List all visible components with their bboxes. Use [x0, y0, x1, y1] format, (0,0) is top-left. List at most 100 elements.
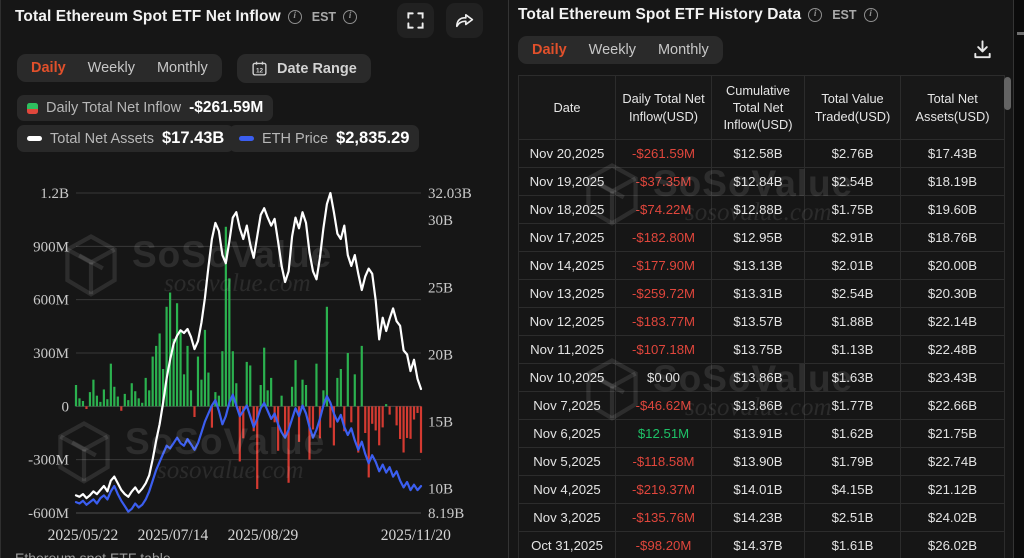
download-icon: [971, 38, 994, 61]
cell-value: -$107.18M: [616, 336, 712, 364]
etf-inflow-chart[interactable]: 1.2B900M600M300M0-300M-600M32.03B30B25B2…: [1, 160, 501, 558]
table-header-row: Date Daily Total Net Inflow(USD) Cumulat…: [519, 76, 1005, 140]
date-range-button[interactable]: 12 Date Range: [237, 54, 371, 83]
cell-value: $13.90B: [712, 448, 805, 476]
cell-date: Nov 17,2025: [519, 224, 616, 252]
table-row: Nov 12,2025-$183.77M$13.57B$1.88B$22.14B: [519, 308, 1005, 336]
cell-value: $14.37B: [712, 532, 805, 558]
cell-value: $1.61B: [805, 532, 901, 558]
table-row: Nov 4,2025-$219.37M$14.01B$4.15B$21.12B: [519, 476, 1005, 504]
etf-dashboard: Total Ethereum Spot ETF Net Inflow i EST…: [0, 0, 1024, 558]
net-inflow-panel: Total Ethereum Spot ETF Net Inflow i EST…: [0, 0, 508, 558]
cell-value: -$177.90M: [616, 252, 712, 280]
timezone-label: EST: [832, 8, 856, 22]
legend-net-assets[interactable]: Total Net Assets $17.43B: [17, 125, 234, 152]
assets-legend-label: Total Net Assets: [50, 131, 154, 147]
cell-value: $2.54B: [805, 280, 901, 308]
right-title-row: Total Ethereum Spot ETF History Data i E…: [518, 6, 878, 24]
eth-legend-label: ETH Price: [262, 131, 328, 147]
cell-value: $1.77B: [805, 392, 901, 420]
cell-value: -$118.58M: [616, 448, 712, 476]
svg-text:2025/11/20: 2025/11/20: [381, 527, 451, 544]
table-row: Nov 20,2025-$261.59M$12.58B$2.76B$17.43B: [519, 140, 1005, 168]
inflow-legend-label: Daily Total Net Inflow: [46, 100, 181, 116]
cell-value: $20.00B: [901, 252, 1005, 280]
cell-value: $4.15B: [805, 476, 901, 504]
cell-value: -$74.22M: [616, 196, 712, 224]
cell-value: $13.75B: [712, 336, 805, 364]
svg-text:1.2B: 1.2B: [40, 186, 69, 202]
table-row: Oct 31,2025-$98.20M$14.37B$1.61B$26.02B: [519, 532, 1005, 558]
panel-divider: [508, 0, 509, 558]
col-header-value-traded: Total Value Traded(USD): [805, 76, 901, 140]
inflow-legend-value: -$261.59M: [189, 99, 263, 117]
col-header-cumulative-inflow: Cumulative Total Net Inflow(USD): [712, 76, 805, 140]
svg-text:600M: 600M: [33, 293, 69, 309]
tab-monthly[interactable]: Monthly: [658, 42, 709, 58]
cell-value: $18.76B: [901, 224, 1005, 252]
cell-date: Nov 5,2025: [519, 448, 616, 476]
col-header-net-assets: Total Net Assets(USD): [901, 76, 1005, 140]
tab-daily[interactable]: Daily: [532, 42, 567, 58]
cell-value: $13.91B: [712, 420, 805, 448]
cell-value: $24.02B: [901, 504, 1005, 532]
cell-value: -$135.76M: [616, 504, 712, 532]
info-icon[interactable]: i: [288, 10, 302, 24]
right-edge-divider: [1013, 0, 1014, 558]
svg-text:32.03B: 32.03B: [428, 186, 472, 202]
tab-weekly[interactable]: Weekly: [88, 60, 135, 76]
left-period-tabs: Daily Weekly Monthly: [17, 54, 222, 82]
edge-fragment: [1017, 32, 1024, 35]
table-row: Nov 14,2025-$177.90M$13.13B$2.01B$20.00B: [519, 252, 1005, 280]
tab-weekly[interactable]: Weekly: [589, 42, 636, 58]
cell-date: Nov 18,2025: [519, 196, 616, 224]
cell-value: $13.13B: [712, 252, 805, 280]
cell-date: Nov 6,2025: [519, 420, 616, 448]
eth-legend-icon: [239, 136, 254, 141]
svg-text:-300M: -300M: [28, 453, 69, 469]
cell-date: Nov 14,2025: [519, 252, 616, 280]
table-row: Nov 18,2025-$74.22M$12.88B$1.75B$19.60B: [519, 196, 1005, 224]
inflow-legend-icon: [27, 103, 38, 114]
table-row: Nov 19,2025-$37.35M$12.84B$2.54B$18.19B: [519, 168, 1005, 196]
history-table-body: Nov 20,2025-$261.59M$12.58B$2.76B$17.43B…: [519, 140, 1005, 558]
history-data-panel: Total Ethereum Spot ETF History Data i E…: [509, 0, 1013, 558]
svg-text:10B: 10B: [428, 482, 453, 498]
cell-value: $18.19B: [901, 168, 1005, 196]
svg-text:30B: 30B: [428, 213, 453, 229]
info-icon[interactable]: i: [343, 10, 357, 24]
cell-value: -$259.72M: [616, 280, 712, 308]
cell-value: $13.31B: [712, 280, 805, 308]
svg-text:0: 0: [62, 399, 70, 415]
cell-value: $13.57B: [712, 308, 805, 336]
cell-value: $17.43B: [901, 140, 1005, 168]
cell-date: Nov 10,2025: [519, 364, 616, 392]
svg-text:-600M: -600M: [28, 506, 69, 522]
cell-value: $22.66B: [901, 392, 1005, 420]
cell-date: Nov 3,2025: [519, 504, 616, 532]
fullscreen-button[interactable]: [397, 3, 434, 38]
cell-value: $12.58B: [712, 140, 805, 168]
calendar-icon: 12: [251, 60, 268, 77]
cell-value: $20.30B: [901, 280, 1005, 308]
tab-daily[interactable]: Daily: [31, 60, 66, 76]
download-button[interactable]: [971, 38, 994, 66]
assets-legend-icon: [27, 136, 42, 141]
info-icon[interactable]: i: [864, 8, 878, 22]
cell-date: Nov 12,2025: [519, 308, 616, 336]
info-icon[interactable]: i: [808, 8, 822, 22]
svg-text:15B: 15B: [428, 415, 453, 431]
tab-monthly[interactable]: Monthly: [157, 60, 208, 76]
table-scrollbar-thumb[interactable]: [1004, 77, 1011, 110]
cell-date: Nov 11,2025: [519, 336, 616, 364]
table-row: Nov 10,2025$0.00$13.86B$1.63B$23.43B: [519, 364, 1005, 392]
cell-date: Nov 13,2025: [519, 280, 616, 308]
share-button[interactable]: [446, 3, 483, 38]
table-row: Nov 3,2025-$135.76M$14.23B$2.51B$24.02B: [519, 504, 1005, 532]
legend-daily-inflow[interactable]: Daily Total Net Inflow -$261.59M: [17, 95, 273, 121]
legend-eth-price[interactable]: ETH Price $2,835.29: [229, 125, 419, 152]
svg-text:8.19B: 8.19B: [428, 506, 464, 522]
cell-value: $12.84B: [712, 168, 805, 196]
right-period-tabs: Daily Weekly Monthly: [518, 36, 723, 64]
cell-value: -$46.62M: [616, 392, 712, 420]
